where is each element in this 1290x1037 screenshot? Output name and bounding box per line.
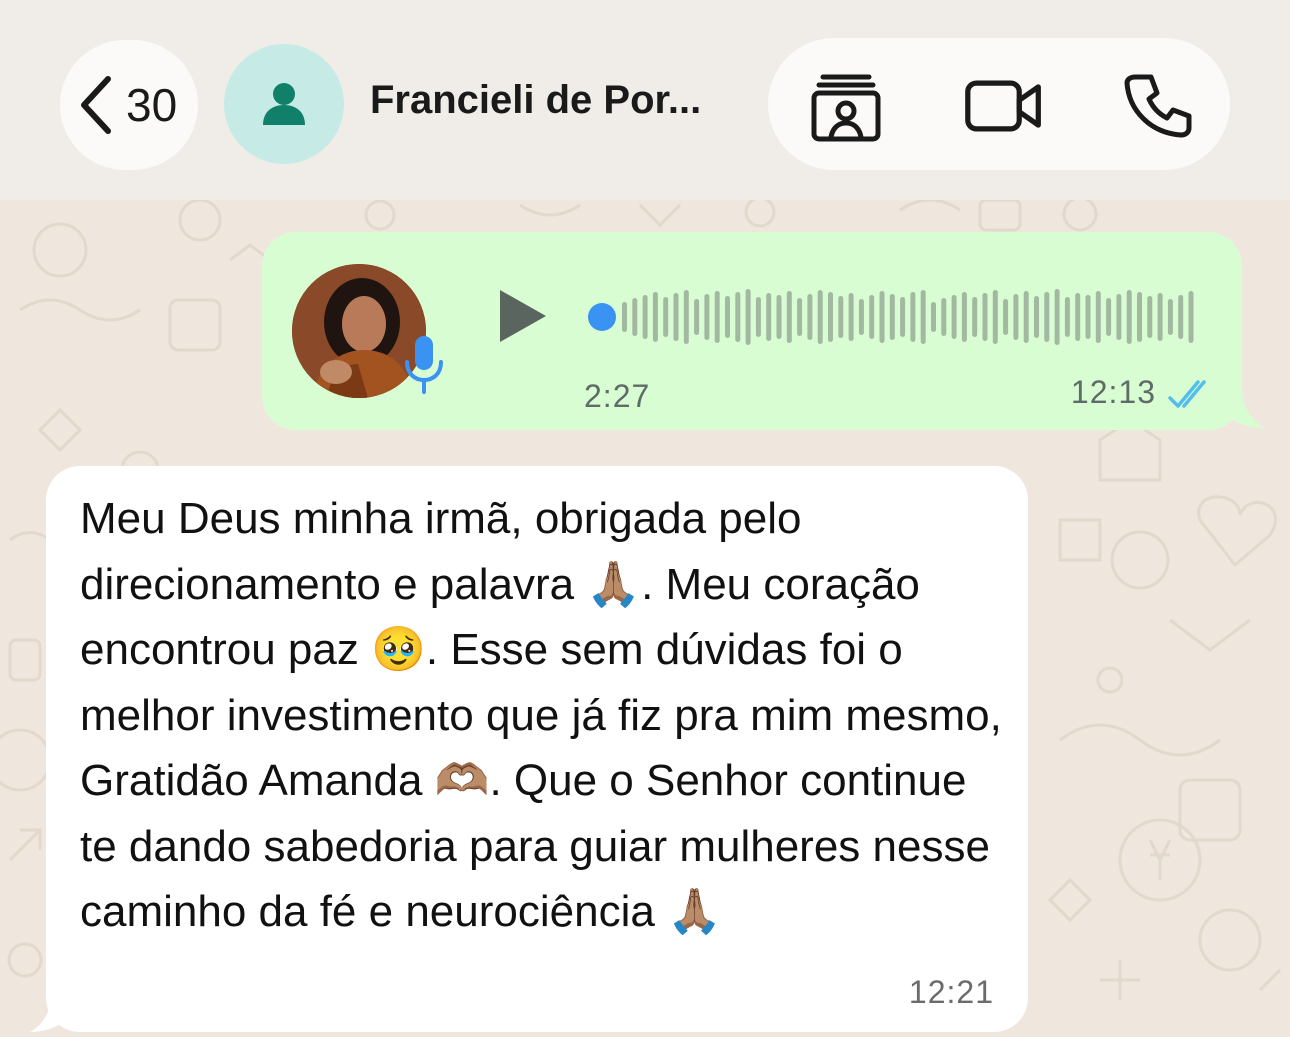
- waveform-bar: [889, 294, 895, 340]
- contact-card-icon: [811, 74, 881, 142]
- waveform-bar: [869, 295, 875, 339]
- waveform-bar: [632, 298, 638, 336]
- waveform-bar: [1178, 295, 1184, 339]
- waveform-bar: [642, 295, 648, 339]
- waveform-bar: [714, 291, 720, 343]
- waveform-bar: [1137, 292, 1142, 342]
- waveform-bar: [1064, 297, 1070, 337]
- waveform-bar: [1023, 291, 1029, 343]
- waveform-bar: [900, 297, 906, 337]
- contact-card-button[interactable]: [806, 66, 886, 146]
- back-button[interactable]: 30: [60, 40, 198, 170]
- waveform-bar: [961, 292, 967, 342]
- waveform-bar: [848, 293, 854, 341]
- waveform-bar: [797, 298, 803, 336]
- waveform-bar: [745, 289, 751, 345]
- waveform-bar: [1013, 294, 1019, 340]
- waveform-bar: [622, 302, 627, 332]
- voice-call-button[interactable]: [1118, 66, 1198, 146]
- waveform-bar: [828, 292, 833, 342]
- waveform-bar: [704, 294, 710, 340]
- waveform-bar: [910, 292, 916, 342]
- waveform-bar: [1167, 299, 1173, 335]
- waveform-bar: [1095, 291, 1101, 343]
- waveform-bar: [817, 290, 823, 344]
- unread-count: 30: [126, 79, 178, 131]
- waveform-bar: [1147, 296, 1153, 338]
- message-time: 12:13: [1070, 374, 1156, 410]
- waveform-bar: [673, 293, 679, 341]
- waveform-bar: [652, 292, 658, 342]
- video-camera-icon: [965, 80, 1041, 132]
- waveform-bar: [725, 296, 730, 338]
- waveform-bar: [1003, 299, 1009, 335]
- video-call-button[interactable]: [964, 66, 1044, 146]
- audio-progress-dot[interactable]: [588, 303, 616, 331]
- waveform-bar: [1126, 290, 1132, 344]
- waveform-bar: [1106, 298, 1112, 336]
- waveform-bar: [931, 302, 936, 332]
- text-message[interactable]: Meu Deus minha irmã, obrigada pelo direc…: [46, 466, 1028, 1032]
- waveform-bar: [776, 295, 782, 339]
- audio-waveform[interactable]: [588, 282, 1198, 352]
- waveform-bar: [683, 290, 689, 344]
- waveform-bar: [1085, 295, 1091, 339]
- waveform-bar: [982, 293, 988, 341]
- waveform-bar: [1034, 296, 1039, 338]
- phone-icon: [1124, 74, 1192, 138]
- waveform-bar: [1157, 293, 1163, 341]
- waveform-bar: [941, 298, 947, 336]
- waveform-bar: [920, 290, 926, 344]
- waveform-bar: [858, 299, 864, 335]
- contact-name[interactable]: Francieli de Por...: [370, 78, 701, 123]
- message-time: 12:21: [908, 974, 994, 1010]
- waveform-bar: [1054, 289, 1060, 345]
- audio-duration: 2:27: [584, 378, 651, 414]
- waveform-bar: [1116, 294, 1122, 340]
- waveform-bar: [694, 299, 700, 335]
- waveform-bar: [663, 297, 669, 337]
- play-icon[interactable]: [496, 286, 550, 346]
- microphone-icon: [405, 336, 443, 394]
- chat-header: 30 Francieli de Por...: [0, 0, 1290, 200]
- waveform-bar: [1188, 291, 1194, 343]
- contact-avatar[interactable]: [224, 44, 344, 164]
- waveform-bar: [992, 290, 998, 344]
- waveform-bar: [755, 297, 761, 337]
- waveform-bar: [1075, 293, 1081, 341]
- waveform-bar: [807, 294, 813, 340]
- waveform-bar: [879, 291, 885, 343]
- waveform-bar: [951, 295, 957, 339]
- person-icon: [263, 83, 305, 125]
- waveform-bar: [972, 297, 978, 337]
- double-check-icon: [1168, 380, 1206, 408]
- header-actions: [768, 38, 1230, 170]
- audio-message[interactable]: 2:27 12:13: [262, 232, 1242, 430]
- waveform-bar: [1044, 292, 1050, 342]
- chevron-left-icon: [81, 76, 111, 134]
- waveform-bar: [766, 293, 772, 341]
- waveform-bar: [735, 292, 741, 342]
- message-text: Meu Deus minha irmã, obrigada pelo direc…: [80, 494, 1002, 936]
- waveform-bar: [838, 296, 844, 338]
- waveform-bar: [786, 291, 792, 343]
